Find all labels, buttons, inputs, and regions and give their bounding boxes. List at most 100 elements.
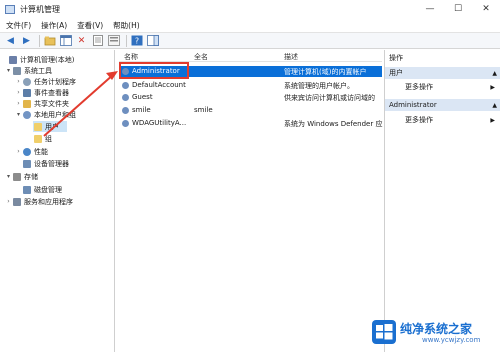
toolbar: ◀ ▶ ✕ ? <box>0 32 500 49</box>
actions-header: 操作 <box>385 52 500 64</box>
tree-label: 磁盘管理 <box>34 185 62 194</box>
section-title: Administrator <box>389 101 437 109</box>
user-name: smile <box>132 106 151 114</box>
title-bar: 计算机管理 — ☐ ✕ <box>0 0 500 18</box>
folder-icon <box>34 134 42 143</box>
close-button[interactable]: ✕ <box>472 0 500 18</box>
window-title: 计算机管理 <box>20 4 60 14</box>
tree-label: 共享文件夹 <box>34 99 69 108</box>
maximize-button[interactable]: ☐ <box>444 0 472 18</box>
computer-management-icon <box>5 4 15 14</box>
window-controls: — ☐ ✕ <box>416 0 500 18</box>
user-description: 系统为 Windows Defender 应 <box>284 120 383 128</box>
column-header-name[interactable]: 名称 <box>124 52 138 62</box>
tree-label: 本地用户和组 <box>34 110 76 119</box>
console-tree: 计算机管理(本地) ▾ 系统工具 › 任务计划程序 › 事件查看器 › 共享文件… <box>0 50 115 352</box>
watermark-url: www.ycwjzy.com <box>422 336 481 344</box>
chevron-right-icon[interactable]: › <box>15 100 22 107</box>
shared-folder-icon <box>23 99 31 108</box>
console-tree-icon[interactable] <box>59 34 72 47</box>
tree-label: 性能 <box>34 147 48 156</box>
tree-item-device-manager[interactable]: 设备管理器 <box>22 158 69 169</box>
tree-item-local-users-groups[interactable]: ▾ 本地用户和组 <box>15 109 76 120</box>
forward-arrow-icon[interactable]: ▶ <box>20 34 33 47</box>
chevron-right-icon: ▶ <box>490 116 495 124</box>
collapse-caret-icon[interactable]: ▲ <box>492 102 497 109</box>
section-title: 用户 <box>389 69 403 77</box>
tree-item-users[interactable]: 用户 <box>33 121 67 132</box>
menu-help[interactable]: 帮助(H) <box>113 20 140 31</box>
user-icon <box>122 107 129 114</box>
back-arrow-icon[interactable]: ◀ <box>4 34 17 47</box>
user-list: 名称 全名 描述 Administrator 管理计算机(域)的内置帐户 Def… <box>119 50 382 352</box>
tree-item-disk-management[interactable]: 磁盘管理 <box>22 184 62 195</box>
more-actions-label: 更多操作 <box>405 83 433 91</box>
actions-section-administrator[interactable]: Administrator ▲ <box>385 99 500 111</box>
more-actions-users[interactable]: 更多操作 ▶ <box>385 81 500 93</box>
actions-section-users[interactable]: 用户 ▲ <box>385 67 500 79</box>
show-hide-pane-icon[interactable] <box>146 34 159 47</box>
column-header-description[interactable]: 描述 <box>284 52 298 62</box>
actions-pane: 操作 用户 ▲ 更多操作 ▶ Administrator ▲ 更多操作 ▶ <box>384 50 500 352</box>
help-icon[interactable]: ? <box>130 34 143 47</box>
clock-icon <box>23 77 31 86</box>
tree-label: 服务和应用程序 <box>24 197 73 206</box>
windows-logo-icon <box>372 320 396 344</box>
highlight-box <box>119 62 189 79</box>
column-header-fullname[interactable]: 全名 <box>194 52 208 62</box>
table-row[interactable]: smile smile <box>119 105 382 116</box>
chevron-down-icon[interactable]: ▾ <box>5 67 12 74</box>
more-actions-administrator[interactable]: 更多操作 ▶ <box>385 114 500 126</box>
user-icon <box>122 82 129 89</box>
menu-action[interactable]: 操作(A) <box>41 20 67 31</box>
tree-item-storage[interactable]: ▾ 存储 <box>5 171 38 182</box>
tree-item-task-scheduler[interactable]: › 任务计划程序 <box>15 76 76 87</box>
tree-label: 用户 <box>45 122 59 131</box>
folder-icon <box>34 122 42 131</box>
svg-text:?: ? <box>134 37 138 46</box>
chevron-right-icon[interactable]: › <box>15 89 22 96</box>
table-row[interactable]: WDAGUtilityA... 系统为 Windows Defender 应 <box>119 118 382 129</box>
tree-item-event-viewer[interactable]: › 事件查看器 <box>15 87 69 98</box>
menu-file[interactable]: 文件(F) <box>6 20 31 31</box>
user-icon <box>122 94 129 101</box>
tree-item-shared-folders[interactable]: › 共享文件夹 <box>15 98 69 109</box>
more-actions-label: 更多操作 <box>405 116 433 124</box>
minimize-button[interactable]: — <box>416 0 444 18</box>
tree-label: 计算机管理(本地) <box>20 55 75 64</box>
user-name: Guest <box>132 93 153 101</box>
storage-icon <box>13 172 21 181</box>
tree-item-system-tools[interactable]: ▾ 系统工具 <box>5 65 52 76</box>
tree-label: 事件查看器 <box>34 88 69 97</box>
up-folder-icon[interactable] <box>43 34 56 47</box>
tree-item-performance[interactable]: › 性能 <box>15 146 48 157</box>
performance-icon <box>23 147 31 156</box>
chevron-down-icon[interactable]: ▾ <box>5 173 12 180</box>
services-icon <box>13 197 21 206</box>
delete-icon[interactable]: ✕ <box>75 34 88 47</box>
chevron-right-icon: ▶ <box>490 83 495 91</box>
chevron-right-icon[interactable]: › <box>15 148 22 155</box>
watermark: 纯净系统之家 www.ycwjzy.com <box>372 318 496 348</box>
chevron-down-icon[interactable]: ▾ <box>15 111 22 118</box>
table-row[interactable]: Guest 供来宾访问计算机或访问域的 <box>119 92 382 103</box>
toolbar-divider <box>126 34 127 47</box>
chevron-right-icon[interactable]: › <box>15 78 22 85</box>
tree-item-computer-management[interactable]: 计算机管理(本地) <box>1 54 74 65</box>
tools-icon <box>13 66 21 75</box>
export-list-icon[interactable] <box>107 34 120 47</box>
table-row[interactable]: DefaultAccount 系统管理的用户帐户。 <box>119 80 382 91</box>
properties-icon[interactable] <box>91 34 104 47</box>
chevron-right-icon[interactable]: › <box>5 198 12 205</box>
tree-label: 存储 <box>24 172 38 181</box>
user-name: DefaultAccount <box>132 81 186 89</box>
user-description: 供来宾访问计算机或访问域的 <box>284 94 375 102</box>
toolbar-divider <box>39 34 40 47</box>
tree-item-services-apps[interactable]: › 服务和应用程序 <box>5 196 73 207</box>
collapse-caret-icon[interactable]: ▲ <box>492 70 497 77</box>
menu-view[interactable]: 查看(V) <box>77 20 103 31</box>
disk-icon <box>23 185 31 194</box>
list-header: 名称 全名 描述 <box>119 50 382 62</box>
tree-item-groups[interactable]: 组 <box>33 133 52 144</box>
tree-label: 系统工具 <box>24 66 52 75</box>
